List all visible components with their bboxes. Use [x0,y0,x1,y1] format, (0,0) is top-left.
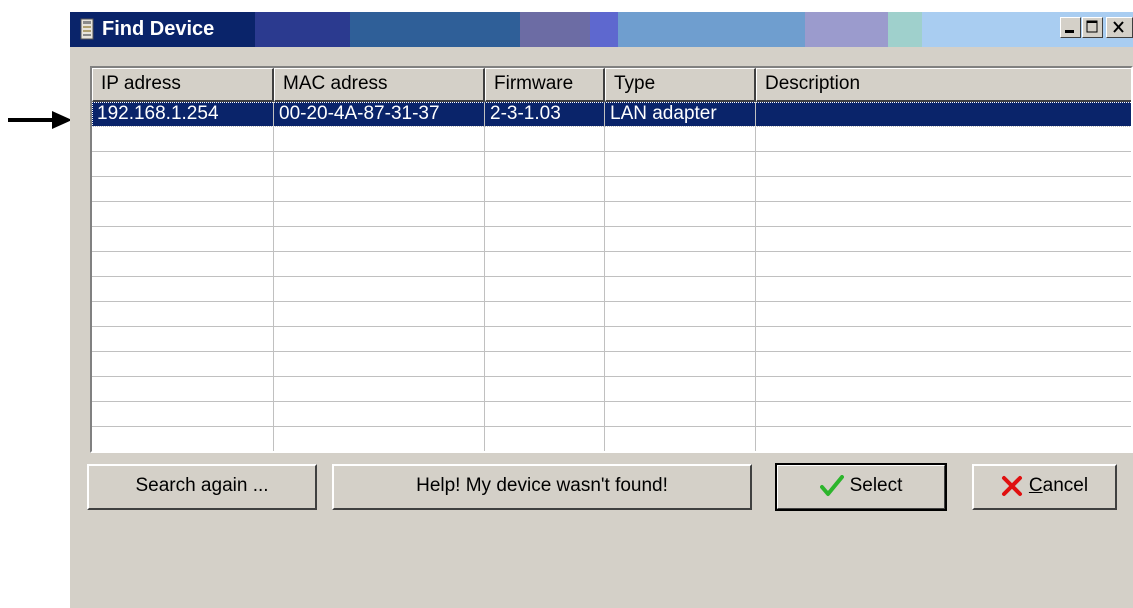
cell-firmware: 2-3-1.03 [485,102,605,127]
find-device-dialog: Find Device IP adress MAC adress Firmwar… [70,12,1133,608]
checkmark-icon [819,475,844,496]
cell-description [756,102,1131,127]
search-again-button[interactable]: Search again ... [87,464,317,510]
close-button[interactable] [1106,17,1133,38]
maximize-button[interactable] [1082,17,1103,38]
row-pointer-arrow [8,111,72,129]
table-row[interactable] [92,427,1131,451]
table-row[interactable] [92,327,1131,352]
app-icon [80,18,94,40]
table-row[interactable] [92,277,1131,302]
cell-mac: 00-20-4A-87-31-37 [274,102,485,127]
search-again-label: Search again ... [135,475,269,496]
table-row[interactable] [92,352,1131,377]
column-header-mac[interactable]: MAC adress [274,68,485,102]
table-row[interactable] [92,227,1131,252]
column-header-type[interactable]: Type [605,68,756,102]
maximize-icon [1086,20,1098,33]
column-header-description[interactable]: Description [756,68,1131,102]
column-header-ip[interactable]: IP adress [92,68,274,102]
list-header: IP adress MAC adress Firmware Type Descr… [92,68,1131,102]
table-row[interactable] [92,377,1131,402]
cell-ip: 192.168.1.254 [92,102,274,127]
red-x-icon [1001,476,1022,496]
table-row[interactable] [92,302,1131,327]
table-row[interactable] [92,252,1131,277]
table-row[interactable] [92,402,1131,427]
cancel-label: Cancel [1028,475,1089,496]
table-row[interactable] [92,127,1131,152]
window-title: Find Device [102,18,215,40]
minimize-icon [1065,30,1074,33]
close-icon [1113,21,1124,33]
help-label: Help! My device wasn't found! [416,475,668,496]
table-row[interactable] [92,202,1131,227]
cancel-button[interactable]: Cancel [972,464,1117,510]
help-device-not-found-button[interactable]: Help! My device wasn't found! [332,464,752,510]
select-label: Select [849,475,903,496]
cell-type: LAN adapter [605,102,756,127]
column-header-firmware[interactable]: Firmware [485,68,605,102]
table-row[interactable] [92,177,1131,202]
title-bar[interactable]: Find Device [70,12,1133,47]
device-list[interactable]: IP adress MAC adress Firmware Type Descr… [90,66,1133,453]
minimize-button[interactable] [1060,17,1081,38]
table-row[interactable] [92,152,1131,177]
table-row[interactable]: 192.168.1.254 00-20-4A-87-31-37 2-3-1.03… [92,102,1131,127]
select-button[interactable]: Select [775,463,947,511]
